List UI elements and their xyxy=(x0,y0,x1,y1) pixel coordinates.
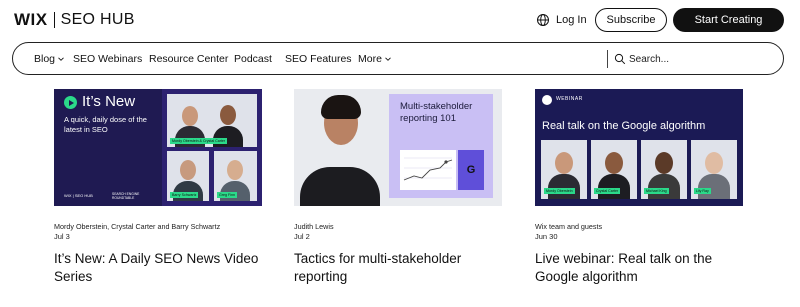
host-photo: Barry Schwartz xyxy=(167,151,209,201)
google-logo-icon: G xyxy=(458,150,484,190)
nav-item-more[interactable]: More xyxy=(358,53,391,65)
logo-wix-text: WIX xyxy=(14,10,48,29)
webinar-badge-icon xyxy=(542,95,552,105)
nav-item-label: SEO Webinars xyxy=(73,53,143,65)
webinar-badge: WEBINAR xyxy=(556,96,583,102)
speaker-name-tag: Michael King xyxy=(644,188,669,194)
thumbnail-title: It’s New xyxy=(82,93,136,110)
line-chart-graphic xyxy=(400,150,456,190)
article-date: Jun 30 xyxy=(535,232,558,241)
speaker-photo: Mordy Oberstein xyxy=(541,140,587,199)
article-card[interactable]: WEBINAR Real talk on the Google algorith… xyxy=(535,89,743,284)
article-card[interactable]: It’s New A quick, daily dose of the late… xyxy=(54,89,262,284)
site-header: WIX SEO HUB Log In Subscribe Start Creat… xyxy=(0,0,800,40)
main-nav: Blog SEO Webinars Resource Center Podcas… xyxy=(12,42,784,75)
article-author: Wix team and guests xyxy=(535,222,603,231)
article-title[interactable]: Tactics for multi-stakeholder reporting xyxy=(294,250,504,286)
speaker-name-tag: Crystal Carter xyxy=(594,188,621,194)
speaker-photo: Lily Ray xyxy=(691,140,737,199)
logo-seo-hub-text: SEO HUB xyxy=(60,11,135,28)
speaker-photo-hair xyxy=(321,95,361,119)
nav-item-blog[interactable]: Blog xyxy=(34,53,64,65)
host-photo: Mordy Oberstein & Crystal Carter xyxy=(167,94,257,147)
nav-item-podcast[interactable]: Podcast xyxy=(234,53,272,65)
globe-icon[interactable] xyxy=(536,13,550,27)
nav-item-label: Blog xyxy=(34,53,56,65)
article-thumbnail[interactable]: WEBINAR Real talk on the Google algorith… xyxy=(535,89,743,206)
host-name-tag: Barry Schwartz xyxy=(170,192,199,198)
nav-item-label: Podcast xyxy=(234,53,272,65)
thumbnail-title: Real talk on the Google algorithm xyxy=(542,120,706,132)
search-icon[interactable] xyxy=(614,53,626,65)
nav-item-seo-webinars[interactable]: SEO Webinars xyxy=(73,53,142,65)
article-card[interactable]: Multi-stakeholder reporting 101 G Judith… xyxy=(294,89,502,284)
thumbnail-footer-logo: WIX | SEO HUB xyxy=(64,193,93,198)
subscribe-button[interactable]: Subscribe xyxy=(595,8,667,32)
article-date: Jul 2 xyxy=(294,232,310,241)
host-name-tag: Mordy Oberstein & Crystal Carter xyxy=(170,138,228,144)
search-input[interactable] xyxy=(629,51,769,68)
nav-item-resource-center[interactable]: Resource Center xyxy=(149,53,228,65)
article-author: Judith Lewis xyxy=(294,222,334,231)
host-photo: Greg Finn xyxy=(214,151,257,201)
nav-item-label: SEO Features xyxy=(285,53,352,65)
chevron-down-icon xyxy=(385,57,391,61)
nav-divider xyxy=(607,50,608,68)
chevron-down-icon xyxy=(58,57,64,61)
nav-item-seo-features[interactable]: SEO Features xyxy=(285,53,352,65)
speaker-photo: Michael King xyxy=(641,140,687,199)
article-title[interactable]: Live webinar: Real talk on the Google al… xyxy=(535,250,745,286)
nav-item-label: Resource Center xyxy=(149,53,229,65)
speaker-name-tag: Mordy Oberstein xyxy=(544,188,575,194)
article-thumbnail[interactable]: It’s New A quick, daily dose of the late… xyxy=(54,89,262,206)
speaker-photo: Crystal Carter xyxy=(591,140,637,199)
speaker-photo xyxy=(300,167,380,206)
nav-item-label: More xyxy=(358,53,382,65)
play-icon xyxy=(64,96,77,109)
thumbnail-title: Multi-stakeholder reporting 101 xyxy=(400,101,473,124)
article-thumbnail[interactable]: Multi-stakeholder reporting 101 G xyxy=(294,89,502,206)
article-title[interactable]: It’s New: A Daily SEO News Video Series xyxy=(54,250,264,286)
article-date: Jul 3 xyxy=(54,232,70,241)
article-author: Mordy Oberstein, Crystal Carter and Barr… xyxy=(54,222,221,231)
speaker-name-tag: Lily Ray xyxy=(694,188,711,194)
thumbnail-partner-logo: SEARCH ENGINE ROUNDTABLE xyxy=(112,192,140,200)
site-logo[interactable]: WIX SEO HUB xyxy=(14,10,135,30)
logo-divider xyxy=(53,12,55,28)
host-name-tag: Greg Finn xyxy=(217,192,237,198)
thumbnail-subtitle: A quick, daily dose of the latest in SEO xyxy=(64,115,147,134)
login-link[interactable]: Log In xyxy=(556,14,587,26)
start-creating-button[interactable]: Start Creating xyxy=(673,8,784,32)
